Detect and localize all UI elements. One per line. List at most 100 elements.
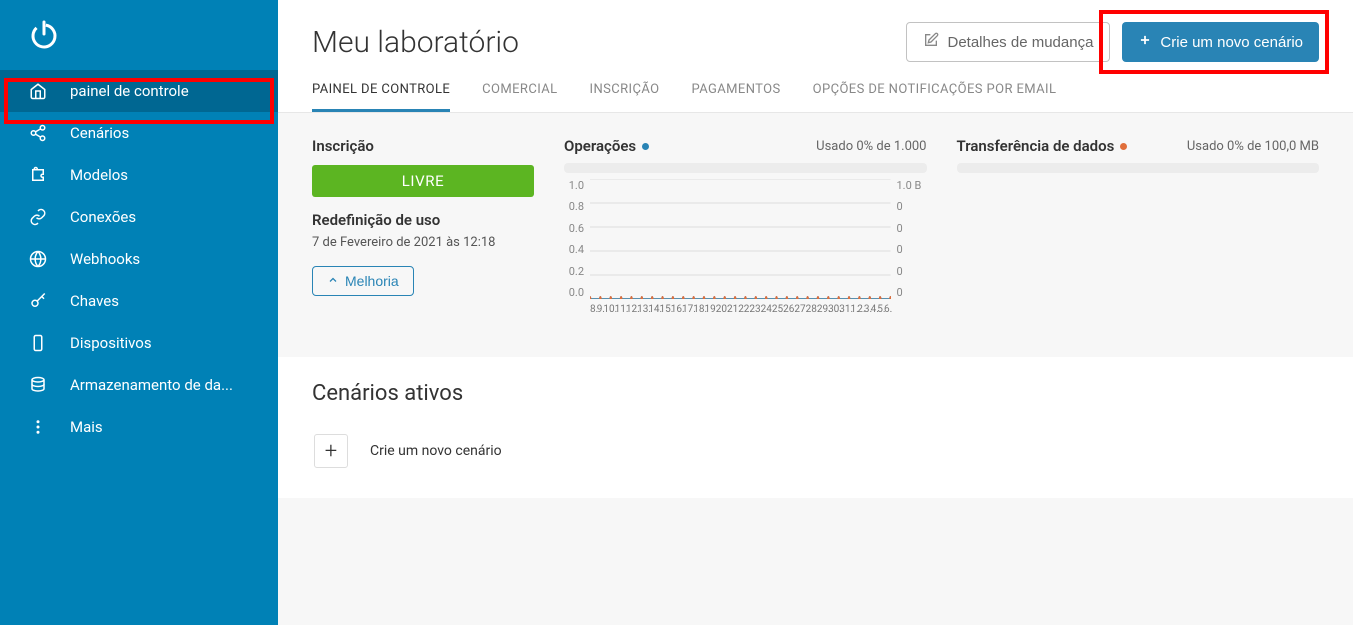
tab-1[interactable]: COMERCIAL — [482, 82, 557, 112]
app-logo[interactable] — [0, 10, 278, 70]
active-scenarios-title: Cenários ativos — [312, 381, 1319, 406]
operations-usage: Usado 0% de 1.000 — [816, 139, 926, 154]
reset-title: Redefinição de uso — [312, 211, 534, 229]
x-tick: 1. — [851, 304, 858, 315]
x-tick: 10. — [603, 304, 614, 315]
sidebar-item-key[interactable]: Chaves — [0, 280, 278, 322]
create-scenario-button-label: Crie um novo cenário — [1160, 34, 1303, 51]
sidebar-item-label: Webhooks — [70, 250, 140, 268]
x-tick: 9. — [597, 304, 604, 315]
x-tick: 11. — [615, 304, 626, 315]
chart-svg — [590, 179, 891, 299]
sidebar-item-home[interactable]: painel de controle — [0, 70, 278, 112]
active-scenarios-section: Cenários ativos + Crie um novo cenário — [278, 357, 1353, 498]
edit-icon — [923, 32, 939, 52]
x-tick: 30. — [828, 304, 839, 315]
x-tick: 13. — [637, 304, 648, 315]
y-tick: 0.8 — [564, 200, 584, 213]
sidebar-item-label: Conexões — [70, 208, 136, 226]
sidebar-item-puzzle[interactable]: Modelos — [0, 154, 278, 196]
x-tick: 22. — [738, 304, 749, 315]
device-icon — [28, 333, 48, 353]
page-title: Meu laboratório — [312, 25, 519, 60]
y-tick: 0.2 — [564, 265, 584, 278]
x-tick: 23. — [749, 304, 760, 315]
operations-progress — [564, 163, 927, 173]
globe-icon — [28, 249, 48, 269]
plan-badge: LIVRE — [312, 165, 534, 197]
y-tick: 0 — [897, 286, 927, 299]
sidebar-item-globe[interactable]: Webhooks — [0, 238, 278, 280]
x-tick: 3. — [864, 304, 871, 315]
x-tick: 20. — [716, 304, 727, 315]
upgrade-button[interactable]: Melhoria — [312, 266, 414, 296]
plus-icon: + — [314, 434, 348, 468]
tabbar: PAINEL DE CONTROLE COMERCIAL INSCRIÇÃO PAGA… — [278, 62, 1353, 113]
sidebar-item-share[interactable]: Cenários — [0, 112, 278, 154]
tab-3[interactable]: PAGAMENTOS — [691, 82, 780, 112]
sidebar-item-link[interactable]: Conexões — [0, 196, 278, 238]
tab-4[interactable]: OPÇÕES DE NOTIFICAÇÕES POR EMAIL — [813, 82, 1057, 112]
y-tick: 1.0 — [564, 179, 584, 192]
x-tick: 15. — [660, 304, 671, 315]
x-tick: 5. — [877, 304, 884, 315]
header: Meu laboratório Detalhes de mudança Crie… — [278, 0, 1353, 62]
operations-panel: Operações Usado 0% de 1.000 1.00.80.60.4… — [564, 137, 927, 329]
details-button[interactable]: Detalhes de mudança — [906, 22, 1110, 62]
storage-icon — [28, 375, 48, 395]
x-tick: 2. — [857, 304, 864, 315]
reset-date: 7 de Fevereiro de 2021 às 12:18 — [312, 235, 534, 250]
sidebar-item-label: painel de controle — [70, 82, 189, 100]
dot-icon — [642, 143, 649, 150]
x-tick: 27. — [794, 304, 805, 315]
x-tick: 26. — [783, 304, 794, 315]
x-tick: 31. — [839, 304, 850, 315]
y-tick: 0.0 — [564, 286, 584, 299]
x-tick: 29. — [817, 304, 828, 315]
y-axis-right: 1.0 B00000 — [897, 179, 927, 299]
more-icon — [28, 417, 48, 437]
y-tick: 0 — [897, 222, 927, 235]
y-tick: 0.4 — [564, 243, 584, 256]
content: Inscrição LIVRE Redefinição de uso 7 de … — [278, 113, 1353, 625]
transfer-usage: Usado 0% de 100,0 MB — [1187, 139, 1319, 154]
header-actions: Detalhes de mudança Crie um novo cenário — [906, 22, 1319, 62]
dot-icon — [1120, 143, 1127, 150]
sidebar-item-label: Cenários — [70, 124, 129, 142]
x-tick: 8. — [590, 304, 597, 315]
x-tick: 24. — [761, 304, 772, 315]
create-scenario-row[interactable]: + Crie um novo cenário — [312, 428, 1319, 474]
transfer-progress — [957, 163, 1320, 173]
home-icon — [28, 81, 48, 101]
sidebar-item-label: Modelos — [70, 166, 128, 184]
chevron-up-icon — [327, 273, 339, 289]
sidebar-item-device[interactable]: Dispositivos — [0, 322, 278, 364]
x-tick: 25. — [772, 304, 783, 315]
sidebar-item-storage[interactable]: Armazenamento de da... — [0, 364, 278, 406]
tab-2[interactable]: INSCRIÇÃO — [590, 82, 660, 112]
x-tick: 28. — [806, 304, 817, 315]
transfer-title: Transferência de dados — [957, 137, 1115, 155]
x-tick: 12. — [626, 304, 637, 315]
x-tick: 16. — [671, 304, 682, 315]
usage-chart: 1.00.80.60.40.20.0 1.0 B00000 8.9.10.11.… — [564, 179, 927, 329]
operations-title: Operações — [564, 137, 636, 155]
y-axis-left: 1.0 0.8 0.6 0.4 0.2 0.0 — [564, 179, 584, 299]
x-tick: 14. — [648, 304, 659, 315]
details-button-label: Detalhes de mudança — [947, 34, 1093, 51]
y-tick: 0 — [897, 243, 927, 256]
x-tick: 21. — [727, 304, 738, 315]
sidebar-item-label: Armazenamento de da... — [70, 376, 233, 394]
create-scenario-button[interactable]: Crie um novo cenário — [1122, 22, 1319, 62]
x-axis: 8.9.10.11.12.13.14.15.16.17.18.19.20.21.… — [590, 304, 891, 315]
sidebar-item-label: Chaves — [70, 292, 119, 310]
y-tick: 0.6 — [564, 222, 584, 235]
share-icon — [28, 123, 48, 143]
sidebar-item-more[interactable]: Mais — [0, 406, 278, 448]
x-tick: 19. — [704, 304, 715, 315]
tab-0[interactable]: PAINEL DE CONTROLE — [312, 82, 450, 112]
nav-list: painel de controle Cenários Modelos Conexõe… — [0, 70, 278, 448]
key-icon — [28, 291, 48, 311]
y-tick: 0 — [897, 200, 927, 213]
main: Meu laboratório Detalhes de mudança Crie… — [278, 0, 1353, 625]
